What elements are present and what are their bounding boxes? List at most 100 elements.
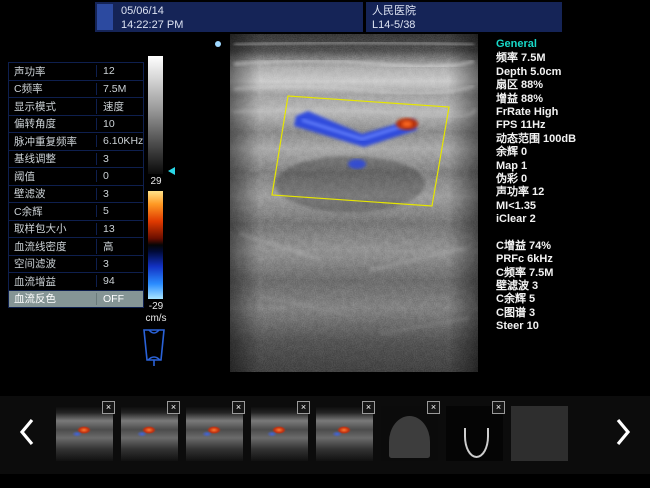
filmstrip-prev-button[interactable] bbox=[16, 417, 38, 447]
colorbar-min: -29 bbox=[142, 301, 170, 312]
ultrasound-screen: 05/06/14 14:22:27 PM 人民医院 L14-5/38 声功率 1… bbox=[0, 0, 650, 488]
param-line-map: Map 1 bbox=[496, 160, 646, 173]
param-line-prfc: PRFc 6kHz bbox=[496, 253, 646, 266]
param-row-prf[interactable]: 脉冲重复频率 6.10KHz bbox=[9, 133, 143, 151]
close-icon[interactable]: × bbox=[297, 401, 310, 414]
param-row-packet-size[interactable]: 取样包大小 13 bbox=[9, 221, 143, 239]
param-line-persistence: 余辉 0 bbox=[496, 146, 646, 159]
grayscale-bar bbox=[148, 56, 163, 174]
param-value: 3 bbox=[96, 188, 143, 200]
flow-spot-blue bbox=[202, 431, 212, 437]
param-row-flow-gain[interactable]: 血流增益 94 bbox=[9, 273, 143, 291]
param-label: 偏转角度 bbox=[9, 116, 96, 131]
param-label: 血流增益 bbox=[9, 274, 96, 289]
hospital-name: 人民医院 bbox=[372, 4, 556, 18]
param-label: 取样包大小 bbox=[9, 221, 96, 236]
flow-spot-blue bbox=[267, 431, 277, 437]
close-icon[interactable]: × bbox=[232, 401, 245, 414]
param-value: 3 bbox=[96, 258, 143, 270]
filmstrip-next-button[interactable] bbox=[612, 417, 634, 447]
param-row-display-mode[interactable]: 显示模式 速度 bbox=[9, 98, 143, 116]
chevron-right-icon bbox=[612, 417, 634, 447]
param-row-threshold[interactable]: 阈值 0 bbox=[9, 168, 143, 186]
param-value: 3 bbox=[96, 153, 143, 165]
thumbnail-6[interactable]: × bbox=[381, 406, 438, 461]
close-icon[interactable]: × bbox=[362, 401, 375, 414]
param-line-c-map: C图谱 3 bbox=[496, 307, 646, 320]
param-row-c-persistence[interactable]: C余辉 5 bbox=[9, 203, 143, 221]
marker-shape bbox=[464, 428, 490, 459]
param-line-framerate: FrRate High bbox=[496, 106, 646, 119]
param-line-gain: 增益 88% bbox=[496, 93, 646, 106]
flow-spot-blue bbox=[72, 431, 82, 437]
thumbnail-5[interactable]: × bbox=[316, 406, 373, 461]
thumbnail-3[interactable]: × bbox=[186, 406, 243, 461]
param-label: 血流线密度 bbox=[9, 239, 96, 254]
param-line-wall-filter: 壁滤波 3 bbox=[496, 280, 646, 293]
thumbnail-2[interactable]: × bbox=[121, 406, 178, 461]
param-row-steer-angle[interactable]: 偏转角度 10 bbox=[9, 116, 143, 134]
param-value: 0 bbox=[96, 170, 143, 182]
flow-spot-blue bbox=[332, 431, 342, 437]
param-line-sector: 扇区 88% bbox=[496, 79, 646, 92]
thumbnail-1[interactable]: × bbox=[56, 406, 113, 461]
param-row-wall-filter[interactable]: 壁滤波 3 bbox=[9, 186, 143, 204]
param-line-dynamic-range: 动态范围 100dB bbox=[496, 133, 646, 146]
param-line-fps: FPS 11Hz bbox=[496, 119, 646, 132]
param-label: 显示模式 bbox=[9, 99, 96, 114]
param-value: 5 bbox=[96, 205, 143, 217]
param-value: 10 bbox=[96, 118, 143, 130]
param-row-flow-invert[interactable]: 血流反色 OFF bbox=[9, 291, 143, 308]
param-label: C余辉 bbox=[9, 204, 96, 219]
param-value: 7.5M bbox=[96, 83, 143, 95]
close-icon[interactable]: × bbox=[167, 401, 180, 414]
param-value: 12 bbox=[96, 65, 143, 77]
datetime-box: 05/06/14 14:22:27 PM bbox=[95, 2, 363, 32]
param-line-c-gain: C增益 74% bbox=[496, 240, 646, 253]
param-row-line-density[interactable]: 血流线密度 高 bbox=[9, 238, 143, 256]
thumbnail-strip: × × × × × × × bbox=[56, 406, 568, 461]
doppler-colorbar bbox=[148, 191, 163, 299]
param-row-spatial-filter[interactable]: 空间滤波 3 bbox=[9, 256, 143, 274]
thumbnail-slot-empty[interactable] bbox=[511, 406, 568, 461]
close-icon[interactable]: × bbox=[102, 401, 115, 414]
ultrasound-image[interactable] bbox=[230, 34, 478, 372]
panel-gap bbox=[496, 227, 646, 240]
param-label: 空间滤波 bbox=[9, 256, 96, 271]
param-line-steer: Steer 10 bbox=[496, 320, 646, 333]
param-label: 血流反色 bbox=[9, 291, 96, 306]
param-row-baseline[interactable]: 基线调整 3 bbox=[9, 151, 143, 169]
param-label: 基线调整 bbox=[9, 151, 96, 166]
param-value: 94 bbox=[96, 275, 143, 287]
param-value: 高 bbox=[96, 239, 143, 254]
time-text: 14:22:27 PM bbox=[121, 18, 357, 32]
hospital-box: 人民医院 L14-5/38 bbox=[366, 2, 562, 32]
param-line-frequency: 频率 7.5M bbox=[496, 52, 646, 65]
thumbnail-4[interactable]: × bbox=[251, 406, 308, 461]
probe-orientation-dot-icon bbox=[215, 41, 221, 47]
chevron-left-icon bbox=[16, 417, 38, 447]
param-line-c-persistence: C余辉 5 bbox=[496, 293, 646, 306]
param-row-c-freq[interactable]: C频率 7.5M bbox=[9, 81, 143, 99]
param-row-acoustic-power[interactable]: 声功率 12 bbox=[9, 63, 143, 81]
thumbnail-7[interactable]: × bbox=[446, 406, 503, 461]
param-value: 速度 bbox=[96, 99, 143, 114]
gain-marker-icon bbox=[168, 167, 175, 175]
image-info-panel: General 频率 7.5M Depth 5.0cm 扇区 88% 增益 88… bbox=[496, 38, 646, 334]
flow-spot-blue bbox=[137, 431, 147, 437]
date-text: 05/06/14 bbox=[121, 4, 357, 18]
phantom-shape bbox=[389, 416, 430, 458]
colorbar-unit: cm/s bbox=[140, 313, 172, 324]
param-line-depth: Depth 5.0cm bbox=[496, 66, 646, 79]
colorbar-max: 29 bbox=[144, 176, 168, 187]
body-marker-icon bbox=[139, 327, 169, 372]
param-line-acoustic-power: 声功率 12 bbox=[496, 186, 646, 199]
param-label: 壁滤波 bbox=[9, 186, 96, 201]
param-line-tint: 伪彩 0 bbox=[496, 173, 646, 186]
close-icon[interactable]: × bbox=[492, 401, 505, 414]
preset-label: General bbox=[496, 38, 646, 51]
close-icon[interactable]: × bbox=[427, 401, 440, 414]
param-label: 声功率 bbox=[9, 64, 96, 79]
param-label: 阈值 bbox=[9, 169, 96, 184]
param-label: 脉冲重复频率 bbox=[9, 134, 96, 149]
